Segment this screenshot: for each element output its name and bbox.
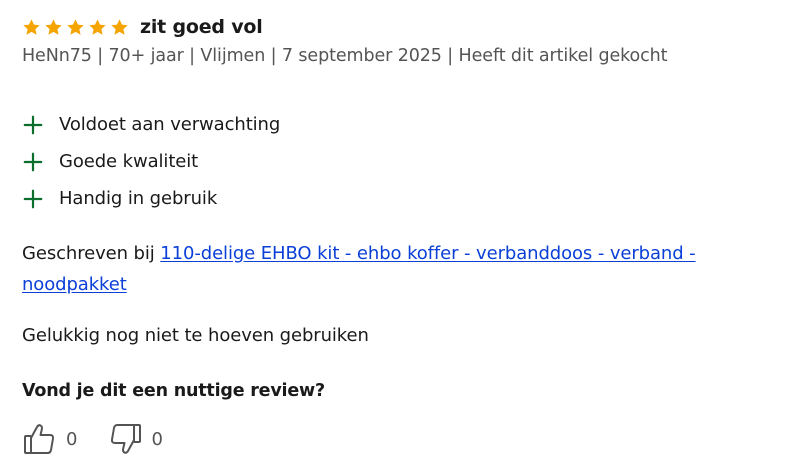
pro-item: Goede kwaliteit [22, 143, 280, 180]
thumbs-down-button[interactable]: 0 [107, 421, 163, 457]
plus-icon [23, 115, 43, 134]
review-card: zit goed vol HeNn75 | 70+ jaar | Vlijmen… [0, 0, 800, 476]
star-icon [45, 18, 62, 35]
thumbs-up-button[interactable]: 0 [22, 421, 77, 457]
star-icon [89, 18, 106, 35]
plus-icon [23, 189, 43, 208]
thumbs-up-count: 0 [66, 428, 78, 450]
pro-item: Voldoet aan verwachting [22, 106, 280, 143]
review-body: Gelukkig nog niet te hoeven gebruiken [22, 325, 369, 346]
review-title-row: zit goed vol [22, 13, 263, 41]
pro-text: Goede kwaliteit [59, 151, 199, 172]
pro-item: Handig in gebruik [22, 180, 280, 217]
pros-list: Voldoet aan verwachting Goede kwaliteit … [22, 106, 280, 217]
thumbs-down-count: 0 [151, 428, 163, 450]
helpful-question: Vond je dit een nuttige review? [22, 381, 325, 401]
vote-buttons: 0 0 [22, 421, 193, 457]
star-icon [67, 18, 84, 35]
pro-text: Voldoet aan verwachting [59, 114, 281, 135]
plus-icon [23, 152, 43, 171]
written-for-label: Geschreven bij [22, 243, 161, 264]
written-for: Geschreven bij 110-delige EHBO kit - ehb… [22, 238, 762, 300]
star-icon [111, 18, 128, 35]
pro-text: Handig in gebruik [59, 188, 218, 209]
star-rating [22, 18, 132, 37]
review-meta: HeNn75 | 70+ jaar | Vlijmen | 7 septembe… [22, 46, 668, 66]
star-icon [23, 18, 40, 35]
review-title: zit goed vol [140, 16, 263, 38]
thumbs-down-icon [111, 424, 142, 454]
thumbs-up-icon [24, 424, 55, 454]
